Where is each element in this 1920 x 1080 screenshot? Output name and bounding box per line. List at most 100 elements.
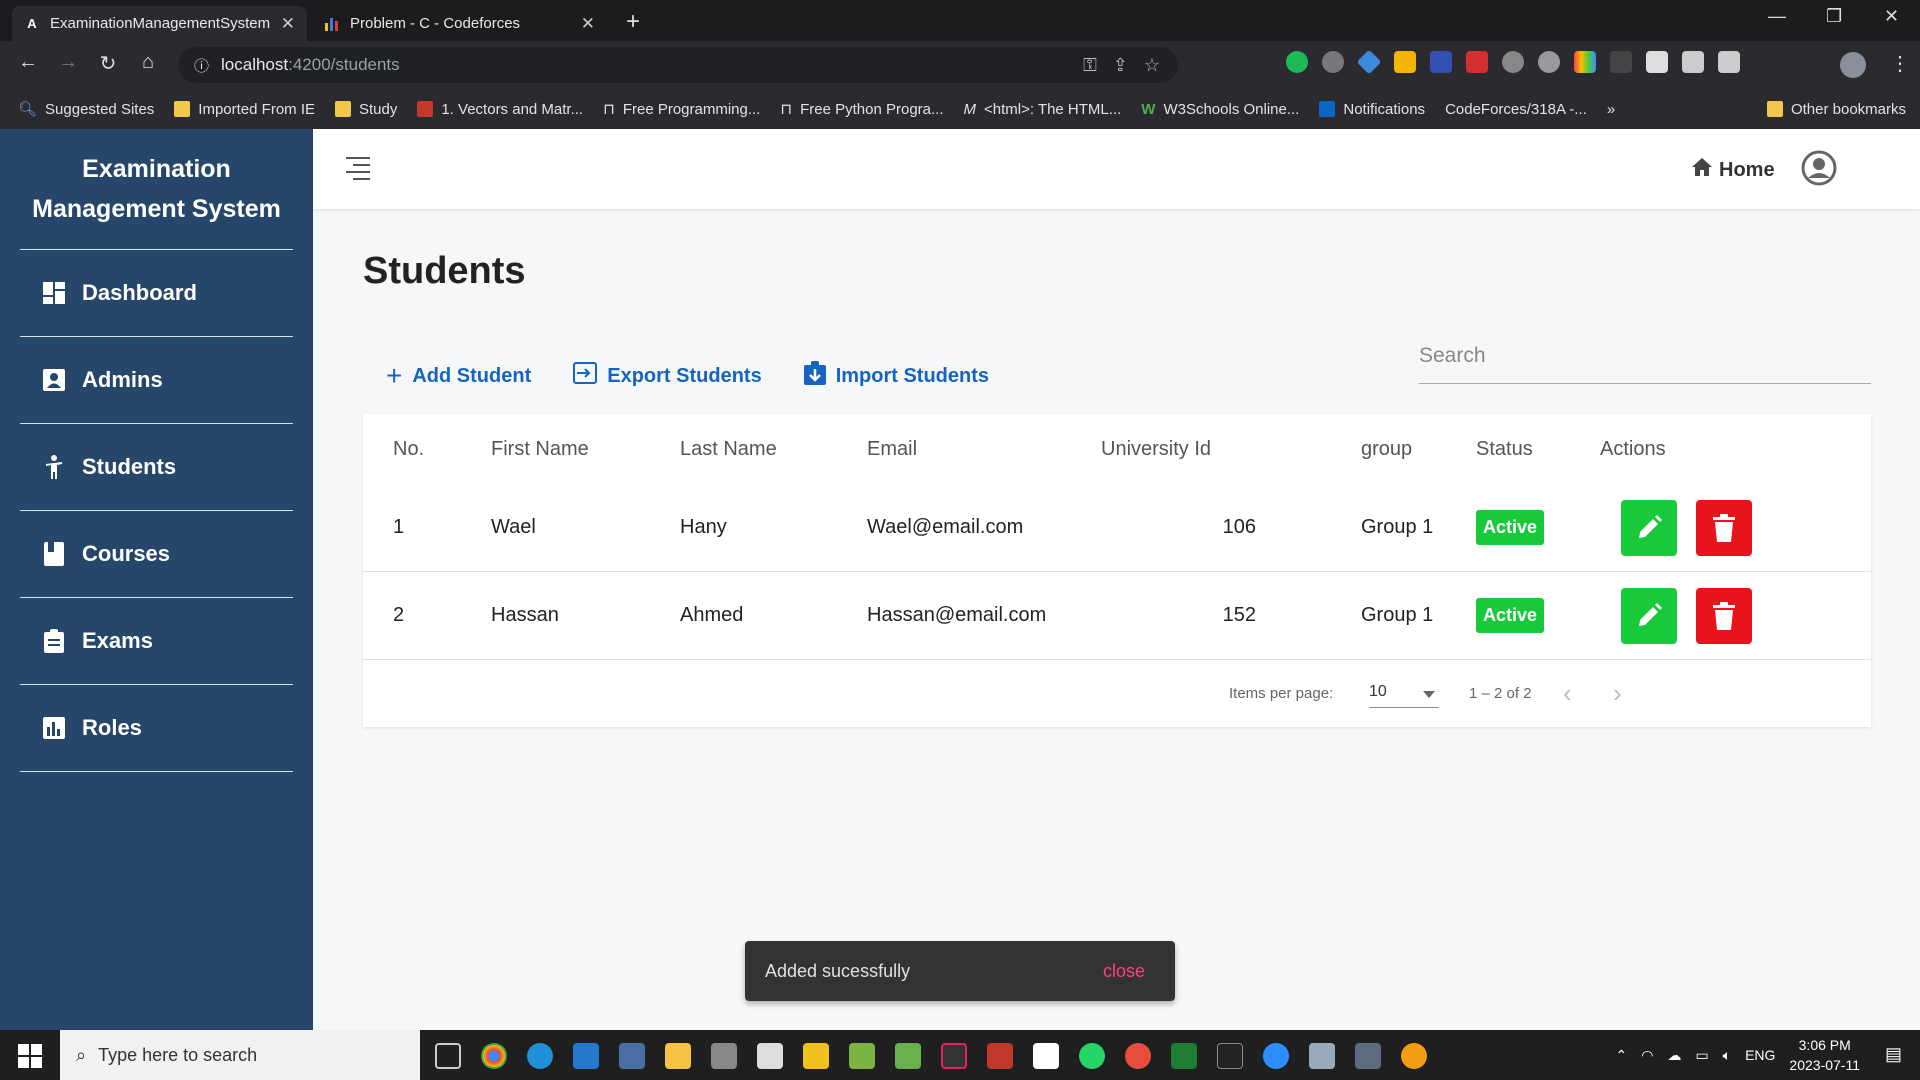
- app-icon[interactable]: [803, 1043, 829, 1069]
- extension-icon[interactable]: [1322, 51, 1344, 73]
- account-icon[interactable]: [1801, 150, 1837, 186]
- back-icon[interactable]: ←: [14, 51, 42, 74]
- close-window-icon[interactable]: ✕: [1884, 6, 1899, 27]
- new-tab-icon[interactable]: +: [626, 8, 640, 36]
- bookmark-item[interactable]: ⊓ Free Programming...: [603, 100, 760, 119]
- sidepanel-icon[interactable]: [1718, 51, 1740, 73]
- search-input[interactable]: Search: [1419, 334, 1871, 384]
- grammarly-icon[interactable]: [1286, 51, 1308, 73]
- reload-icon[interactable]: ↻: [94, 51, 122, 76]
- sidebar-item-dashboard[interactable]: Dashboard: [20, 250, 293, 337]
- sidebar-item-roles[interactable]: Roles: [20, 685, 293, 772]
- bookmark-folder[interactable]: Imported From IE: [174, 101, 315, 118]
- bookmark-item[interactable]: CodeForces/318A -...: [1445, 101, 1587, 118]
- notion-icon[interactable]: [1033, 1043, 1059, 1069]
- sidebar-item-admins[interactable]: Admins: [20, 337, 293, 424]
- tray-overflow-icon[interactable]: ⌃: [1615, 1047, 1627, 1064]
- bookmark-item[interactable]: ⊓ Free Python Progra...: [780, 100, 943, 119]
- sidebar-item-students[interactable]: Students: [20, 424, 293, 511]
- import-students-button[interactable]: Import Students: [803, 361, 989, 391]
- menu-kebab-icon[interactable]: ⋮: [1886, 51, 1914, 76]
- zoom-icon[interactable]: [1263, 1043, 1289, 1069]
- export-students-button[interactable]: Export Students: [573, 361, 762, 391]
- terminal-icon[interactable]: [1217, 1043, 1243, 1069]
- edit-button[interactable]: [1621, 499, 1677, 556]
- app-icon[interactable]: [1125, 1043, 1151, 1069]
- home-browser-icon[interactable]: ⌂: [134, 51, 162, 74]
- s-extension-icon[interactable]: [1646, 51, 1668, 73]
- star-icon[interactable]: ☆: [1144, 55, 1160, 76]
- page-size-select[interactable]: 10: [1369, 680, 1439, 708]
- close-tab-icon[interactable]: ✕: [281, 14, 295, 34]
- column-header-no[interactable]: No.: [393, 438, 424, 461]
- postgres-icon[interactable]: [1355, 1043, 1381, 1069]
- restore-icon[interactable]: ❐: [1826, 6, 1842, 27]
- cloud-icon[interactable]: ☁: [1667, 1047, 1681, 1064]
- app-icon[interactable]: [619, 1043, 645, 1069]
- delete-button[interactable]: [1696, 499, 1752, 556]
- minimize-icon[interactable]: —: [1768, 6, 1786, 27]
- column-header-first-name[interactable]: First Name: [491, 438, 589, 461]
- edge-icon[interactable]: [527, 1043, 553, 1069]
- bookmark-item[interactable]: Notifications: [1319, 101, 1425, 118]
- app-icon[interactable]: [1309, 1043, 1335, 1069]
- app-icon[interactable]: [849, 1043, 875, 1069]
- extension-icon[interactable]: [1356, 49, 1382, 75]
- extension-icon[interactable]: [1466, 51, 1488, 73]
- other-bookmarks[interactable]: Other bookmarks: [1766, 89, 1906, 129]
- sidebar-item-exams[interactable]: Exams: [20, 598, 293, 685]
- bookmark-item[interactable]: 1. Vectors and Matr...: [417, 101, 583, 118]
- app-icon[interactable]: [895, 1043, 921, 1069]
- column-header-last-name[interactable]: Last Name: [680, 438, 777, 461]
- extension-icon[interactable]: [1430, 51, 1452, 73]
- info-icon[interactable]: ⓘ: [194, 55, 209, 76]
- system-clock[interactable]: 3:06 PM 2023-07-11: [1789, 1035, 1860, 1075]
- menu-toggle-icon[interactable]: [346, 157, 370, 181]
- close-tab-icon[interactable]: ✕: [581, 14, 595, 34]
- previous-page-icon[interactable]: ‹: [1563, 678, 1572, 709]
- app-icon[interactable]: [1401, 1043, 1427, 1069]
- profile-avatar[interactable]: [1840, 52, 1866, 78]
- bookmark-folder[interactable]: Study: [335, 101, 397, 118]
- column-header-status[interactable]: Status: [1476, 438, 1533, 461]
- bookmark-item[interactable]: W W3Schools Online...: [1141, 101, 1299, 118]
- task-view-icon[interactable]: [435, 1043, 461, 1069]
- battery-icon[interactable]: ▭: [1695, 1047, 1708, 1064]
- forward-icon[interactable]: →: [54, 51, 82, 74]
- whatsapp-icon[interactable]: [1079, 1043, 1105, 1069]
- drive-icon[interactable]: [1394, 51, 1416, 73]
- next-page-icon[interactable]: ›: [1613, 678, 1622, 709]
- address-bar[interactable]: ⓘ localhost:4200/students ⚿ ⇪ ☆: [178, 47, 1178, 83]
- app-icon[interactable]: [757, 1043, 783, 1069]
- app-icon[interactable]: [711, 1043, 737, 1069]
- browser-tab-active[interactable]: A ExaminationManagementSystem ✕: [12, 6, 307, 41]
- taskbar-search[interactable]: ⌕ Type here to search: [60, 1030, 420, 1080]
- sidebar-item-courses[interactable]: Courses: [20, 511, 293, 598]
- column-header-email[interactable]: Email: [867, 438, 917, 461]
- puzzle-icon[interactable]: [1682, 51, 1704, 73]
- home-link[interactable]: Home: [1691, 157, 1775, 183]
- column-header-university-id[interactable]: University Id: [1101, 438, 1256, 461]
- extension-icon[interactable]: [1610, 51, 1632, 73]
- key-icon[interactable]: ⚿: [1083, 55, 1097, 76]
- intellij-icon[interactable]: [941, 1043, 967, 1069]
- snackbar-close-button[interactable]: close: [1103, 961, 1145, 982]
- vscode-icon[interactable]: [573, 1043, 599, 1069]
- app-icon[interactable]: [987, 1043, 1013, 1069]
- bookmarks-overflow-icon[interactable]: »: [1607, 101, 1615, 118]
- excel-icon[interactable]: [1171, 1043, 1197, 1069]
- column-header-group[interactable]: group: [1361, 438, 1412, 461]
- notifications-icon[interactable]: ▤: [1885, 1044, 1902, 1065]
- delete-button[interactable]: [1696, 587, 1752, 644]
- bookmark-item[interactable]: 🔍︎ Suggested Sites: [18, 100, 154, 119]
- share-icon[interactable]: ⇪: [1113, 55, 1128, 76]
- chrome-icon[interactable]: [481, 1043, 507, 1069]
- extension-icon[interactable]: [1502, 51, 1524, 73]
- extension-icon[interactable]: [1538, 51, 1560, 73]
- extension-icon[interactable]: [1574, 51, 1596, 73]
- edit-button[interactable]: [1621, 587, 1677, 644]
- language-indicator[interactable]: ENG: [1745, 1047, 1775, 1063]
- volume-icon[interactable]: 🔈︎: [1723, 1047, 1731, 1064]
- windows-start-icon[interactable]: [18, 1044, 42, 1068]
- add-student-button[interactable]: + Add Student: [386, 361, 531, 391]
